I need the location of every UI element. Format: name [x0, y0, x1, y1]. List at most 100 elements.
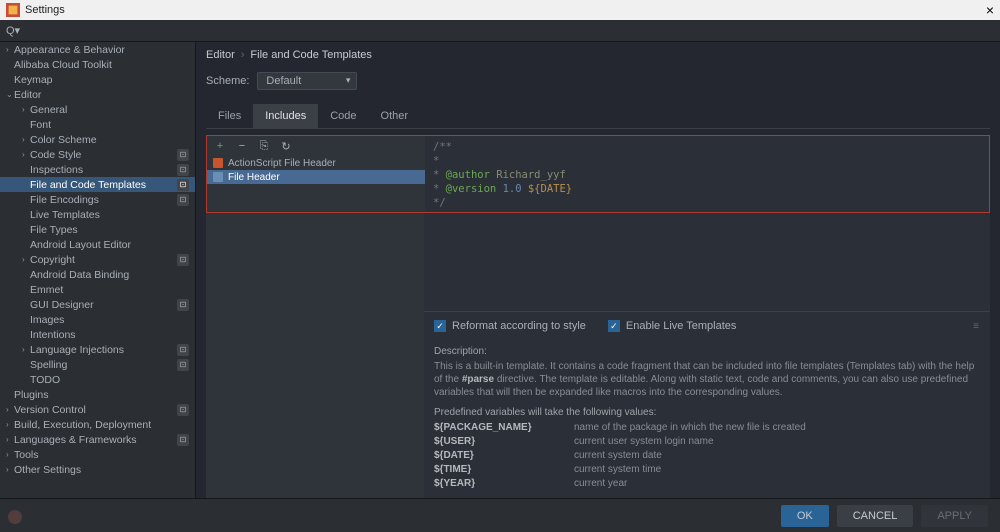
tab-other[interactable]: Other [369, 104, 421, 128]
template-list-item[interactable]: ActionScript File Header [207, 156, 425, 170]
tree-item[interactable]: ›Version Control⊡ [0, 402, 195, 417]
ok-button[interactable]: OK [781, 505, 829, 527]
tree-arrow-icon: › [22, 105, 30, 114]
tree-label: Version Control [14, 404, 189, 416]
tree-label: Spelling [30, 359, 189, 371]
tree-arrow-icon: › [22, 150, 30, 159]
tree-label: Live Templates [30, 209, 189, 221]
tree-item[interactable]: ⌄Editor [0, 87, 195, 102]
tree-label: Appearance & Behavior [14, 44, 189, 56]
tree-arrow-icon: › [6, 420, 14, 429]
tree-item[interactable]: Font [0, 117, 195, 132]
tree-item[interactable]: ›Build, Execution, Deployment [0, 417, 195, 432]
tree-item[interactable]: ›General [0, 102, 195, 117]
window-title: Settings [25, 4, 65, 16]
tree-label: Editor [14, 89, 189, 101]
tree-item[interactable]: Keymap [0, 72, 195, 87]
settings-tree: ›Appearance & BehaviorAlibaba Cloud Tool… [0, 42, 196, 498]
tree-item[interactable]: ›Language Injections⊡ [0, 342, 195, 357]
tree-item[interactable]: ›Tools [0, 447, 195, 462]
reformat-checkbox[interactable]: ✓ Reformat according to style [434, 320, 586, 332]
project-badge-icon: ⊡ [177, 344, 189, 356]
variable-row: ${TIME}current system time [434, 464, 980, 475]
tab-includes[interactable]: Includes [253, 104, 318, 128]
tab-code[interactable]: Code [318, 104, 368, 128]
options-row: ✓ Reformat according to style ✓ Enable L… [424, 311, 990, 340]
tree-item[interactable]: Emmet [0, 282, 195, 297]
code-line: */ [433, 196, 981, 210]
tree-label: Languages & Frameworks [14, 434, 189, 446]
tree-label: Plugins [14, 389, 189, 401]
tree-arrow-icon: › [6, 405, 14, 414]
refresh-icon[interactable]: ↻ [279, 139, 293, 153]
apply-button: APPLY [921, 505, 988, 527]
project-badge-icon: ⊡ [177, 404, 189, 416]
tree-label: Build, Execution, Deployment [14, 419, 189, 431]
tree-item[interactable]: Inspections⊡ [0, 162, 195, 177]
project-badge-icon: ⊡ [177, 254, 189, 266]
tree-label: File Types [30, 224, 189, 236]
tab-files[interactable]: Files [206, 104, 253, 128]
tree-item[interactable]: Spelling⊡ [0, 357, 195, 372]
tree-item[interactable]: ›Languages & Frameworks⊡ [0, 432, 195, 447]
tree-item[interactable]: ›Appearance & Behavior [0, 42, 195, 57]
tree-label: Color Scheme [30, 134, 189, 146]
variable-key: ${USER} [434, 436, 544, 447]
tree-item[interactable]: ›Code Style⊡ [0, 147, 195, 162]
cancel-button[interactable]: CANCEL [837, 505, 914, 527]
tree-label: File Encodings [30, 194, 189, 206]
copy-icon[interactable]: ⎘ [257, 139, 271, 153]
tree-item[interactable]: Images [0, 312, 195, 327]
project-badge-icon: ⊡ [177, 179, 189, 191]
tree-item[interactable]: File Types [0, 222, 195, 237]
tree-arrow-icon: › [6, 450, 14, 459]
template-list-item[interactable]: File Header [207, 170, 425, 184]
tree-label: Keymap [14, 74, 189, 86]
tree-item[interactable]: ›Copyright⊡ [0, 252, 195, 267]
tree-label: TODO [30, 374, 189, 386]
tree-item[interactable]: Intentions [0, 327, 195, 342]
tree-item[interactable]: Plugins [0, 387, 195, 402]
enable-live-templates-checkbox[interactable]: ✓ Enable Live Templates [608, 320, 736, 332]
tree-label: Tools [14, 449, 189, 461]
variable-row: ${PACKAGE_NAME} name of the package in wh… [434, 422, 980, 433]
resize-grip-icon[interactable]: ≡ [973, 321, 980, 332]
tree-label: Android Data Binding [30, 269, 189, 281]
tree-arrow-icon: › [6, 435, 14, 444]
tree-item[interactable]: File Encodings⊡ [0, 192, 195, 207]
add-icon[interactable]: + [213, 139, 227, 153]
breadcrumb: Editor › File and Code Templates [196, 42, 1000, 68]
template-tabs: FilesIncludesCodeOther [206, 104, 990, 129]
variable-desc: current system date [574, 450, 662, 461]
tree-item[interactable]: Alibaba Cloud Toolkit [0, 57, 195, 72]
tree-label: Code Style [30, 149, 189, 161]
variable-desc: name of the package in which the new fil… [574, 422, 806, 433]
dialog-footer: OK CANCEL APPLY [0, 498, 1000, 532]
tree-item[interactable]: TODO [0, 372, 195, 387]
tree-label: Language Injections [30, 344, 189, 356]
variable-key: ${PACKAGE_NAME} [434, 422, 544, 433]
template-list-panel: + − ⎘ ↻ ActionScript File HeaderFile Hea… [207, 136, 425, 212]
scheme-dropdown[interactable]: Default [257, 72, 357, 90]
app-logo-icon [6, 3, 20, 17]
project-badge-icon: ⊡ [177, 299, 189, 311]
tree-item[interactable]: Android Layout Editor [0, 237, 195, 252]
tree-item[interactable]: Live Templates [0, 207, 195, 222]
tree-item[interactable]: GUI Designer⊡ [0, 297, 195, 312]
tree-item[interactable]: ›Color Scheme [0, 132, 195, 147]
tree-item[interactable]: File and Code Templates⊡ [0, 177, 195, 192]
close-icon[interactable]: × [986, 2, 994, 18]
template-editor[interactable]: /** * * @author Richard_yyf * @version 1… [425, 136, 989, 212]
crumb-leaf: File and Code Templates [250, 49, 371, 61]
title-bar: Settings × [0, 0, 1000, 20]
status-dot-icon [8, 510, 22, 524]
search-icon[interactable]: Q▾ [6, 24, 18, 37]
checkbox-icon: ✓ [434, 320, 446, 332]
tree-item[interactable]: ›Other Settings [0, 462, 195, 477]
remove-icon[interactable]: − [235, 139, 249, 153]
code-line: * @author Richard_yyf [433, 168, 981, 182]
crumb-root[interactable]: Editor [206, 49, 235, 61]
variable-key: ${TIME} [434, 464, 544, 475]
tree-item[interactable]: Android Data Binding [0, 267, 195, 282]
tree-label: Alibaba Cloud Toolkit [14, 59, 189, 71]
